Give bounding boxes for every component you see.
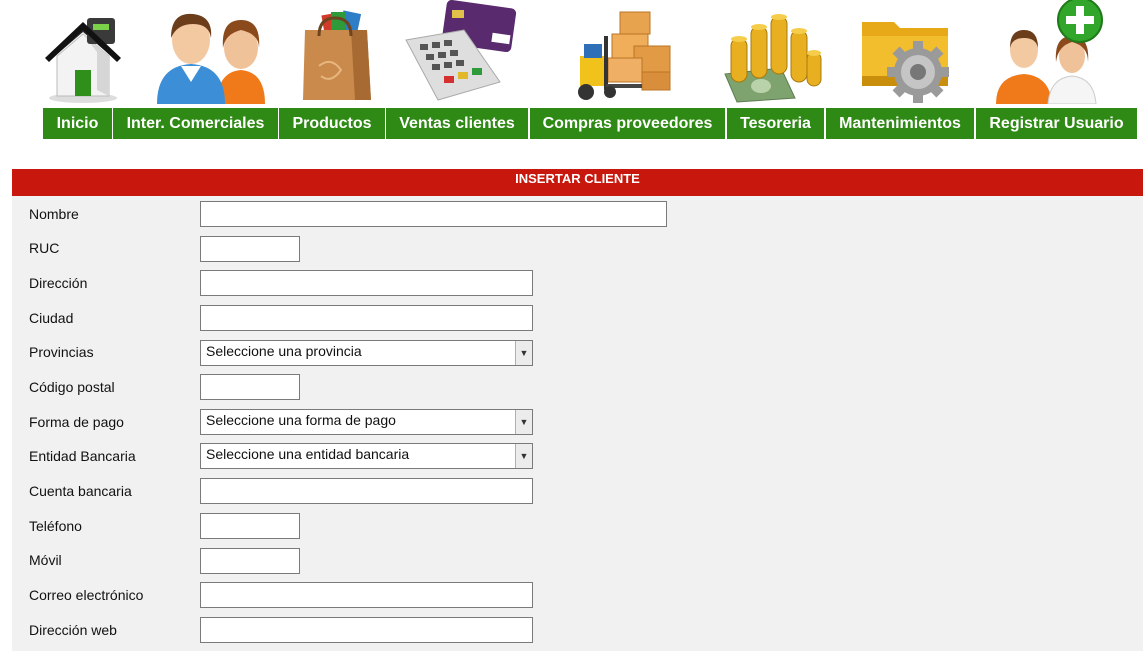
codigo-postal-label: Código postal xyxy=(29,379,115,395)
cuenta-bancaria-label: Cuenta bancaria xyxy=(29,483,132,499)
nombre-label: Nombre xyxy=(29,206,79,222)
provincias-label: Provincias xyxy=(29,344,94,360)
forklift-boxes-icon xyxy=(578,11,671,100)
people-icon xyxy=(157,13,265,104)
main-nav: Inicio Inter. Comerciales Productos Vent… xyxy=(0,0,1143,140)
web-label: Dirección web xyxy=(29,622,117,638)
nav-item-productos[interactable]: Productos xyxy=(279,0,385,140)
coins-money-icon xyxy=(724,14,822,103)
ruc-label: RUC xyxy=(29,240,60,256)
correo-label: Correo electrónico xyxy=(29,587,144,603)
nav-item-mantenimientos[interactable]: Mantenimientos xyxy=(826,0,974,140)
telefono-label: Teléfono xyxy=(29,518,82,534)
nav-item-registrar-usuario[interactable]: Registrar Usuario xyxy=(976,0,1137,140)
entidad-bancaria-label: Entidad Bancaria xyxy=(29,448,136,464)
provincias-select[interactable]: Seleccione una provincia ▼ xyxy=(200,340,533,366)
web-input[interactable] xyxy=(200,617,533,643)
nav-item-compras-proveedores[interactable]: Compras proveedores xyxy=(530,0,725,140)
forma-pago-selected: Seleccione una forma de pago xyxy=(206,412,396,428)
nav-label: Compras proveedores xyxy=(530,108,725,139)
codigo-postal-input[interactable] xyxy=(200,374,300,400)
nav-item-tesoreria[interactable]: Tesoreria xyxy=(724,0,824,140)
insert-client-form: INSERTAR CLIENTE Nombre RUC Dirección Ci… xyxy=(12,169,1143,651)
form-title: INSERTAR CLIENTE xyxy=(12,169,1143,196)
telefono-input[interactable] xyxy=(200,513,300,539)
nav-label: Ventas clientes xyxy=(386,108,528,139)
nav-item-inter-comerciales[interactable]: Inter. Comerciales xyxy=(113,0,278,140)
folder-gear-icon xyxy=(862,22,949,103)
nav-item-ventas-clientes[interactable]: Ventas clientes xyxy=(386,0,528,140)
ruc-input[interactable] xyxy=(200,236,300,262)
direccion-label: Dirección xyxy=(29,275,88,291)
forma-pago-select[interactable]: Seleccione una forma de pago ▼ xyxy=(200,409,533,435)
card-terminal-icon xyxy=(405,0,517,101)
chevron-down-icon[interactable]: ▼ xyxy=(515,410,532,434)
forma-pago-label: Forma de pago xyxy=(29,414,124,430)
add-user-icon xyxy=(996,0,1103,104)
nav-label: Productos xyxy=(279,108,385,139)
chevron-down-icon[interactable]: ▼ xyxy=(515,444,532,468)
nav-label: Mantenimientos xyxy=(826,108,974,139)
nav-label: Registrar Usuario xyxy=(976,108,1137,139)
ciudad-input[interactable] xyxy=(200,305,533,331)
entidad-bancaria-select[interactable]: Seleccione una entidad bancaria ▼ xyxy=(200,443,533,469)
nav-item-inicio[interactable]: Inicio xyxy=(43,0,121,140)
shopping-bag-icon xyxy=(303,10,371,100)
correo-input[interactable] xyxy=(200,582,533,608)
cuenta-bancaria-input[interactable] xyxy=(200,478,533,504)
nav-label: Tesoreria xyxy=(727,108,824,139)
nombre-input[interactable] xyxy=(200,201,667,227)
movil-input[interactable] xyxy=(200,548,300,574)
direccion-input[interactable] xyxy=(200,270,533,296)
nav-label: Inicio xyxy=(43,108,112,139)
ciudad-label: Ciudad xyxy=(29,310,74,326)
provincias-selected: Seleccione una provincia xyxy=(206,343,362,359)
movil-label: Móvil xyxy=(29,552,62,568)
entidad-bancaria-selected: Seleccione una entidad bancaria xyxy=(206,446,410,462)
nav-label: Inter. Comerciales xyxy=(113,108,278,139)
chevron-down-icon[interactable]: ▼ xyxy=(515,341,532,365)
